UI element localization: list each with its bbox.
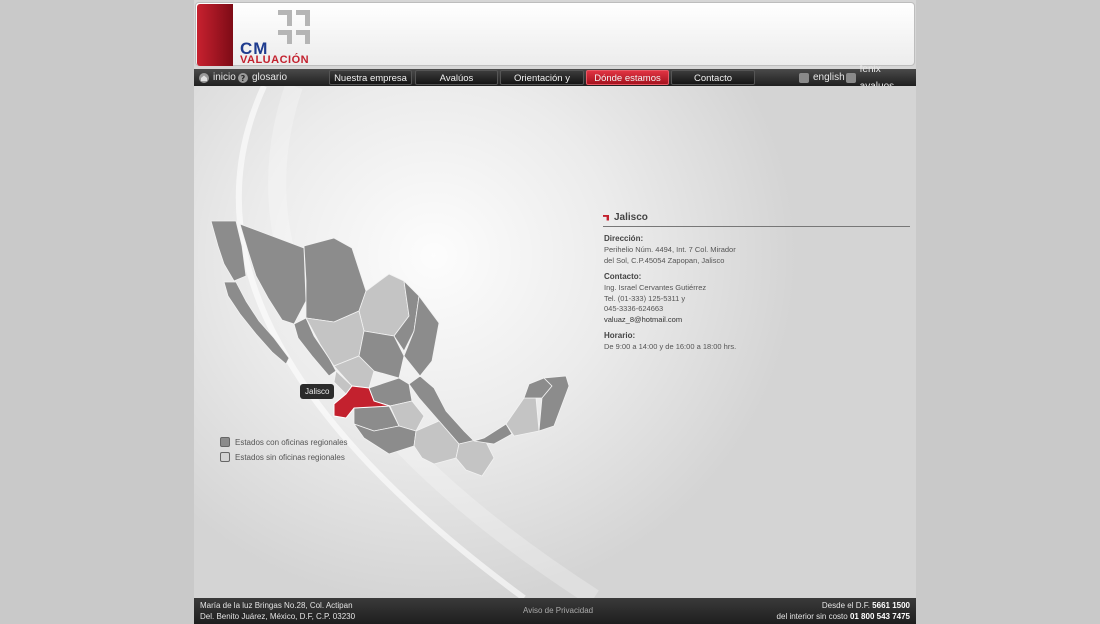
footer-phone-interior-number: 01 800 543 7475 [849,612,910,621]
main-nav: inicio ? glosario Nuestra empresa Avalúo… [194,64,916,99]
office-email-link[interactable]: valuaz_8@hotmail.com [604,315,910,326]
legend-swatch [220,437,230,447]
help-icon: ? [238,72,248,83]
legend-without-offices: Estados sin oficinas regionales [220,452,345,462]
content-area: Jalisco Estados con oficinas regionales … [194,86,916,598]
footer-phone-df-prefix: Desde el D.F. [821,601,870,610]
tab-avaluos[interactable]: Avalúos [415,70,498,85]
home-icon [199,72,209,83]
direccion-line: del Sol, C.P.45054 Zapopan, Jalisco [604,255,725,265]
legend-with-offices: Estados con oficinas regionales [220,437,348,447]
nav-link-fenix-avaluos[interactable]: fenix avaluos [846,64,916,92]
footer-phone-df-number: 5661 1500 [872,601,910,610]
nav-link-label: inicio [213,72,236,83]
logo-mark-icon [278,10,310,44]
contacto-label: Contacto: [604,272,642,281]
direccion-line: Perihelio Núm. 4494, Int. 7 Col. Mirador [604,245,736,254]
footer-address-line2: Del. Benito Juárez, México, D.F, C.P. 03… [200,612,356,621]
footer-address-line1: María de la luz Bringas No.28, Col. Acti… [200,601,353,610]
map-state-chiapas[interactable] [455,437,495,477]
footer-phone-interior-prefix: del interior sin costo [776,612,848,621]
nav-link-glosario[interactable]: ? glosario [238,69,287,86]
nav-link-label: english [813,72,845,83]
footer-phone-interior: del interior sin costo 01 800 543 7475 [777,612,910,622]
nav-link-label: glosario [252,72,288,83]
legend-swatch [220,452,230,462]
state-tooltip: Jalisco [300,384,335,399]
contacto-line: Tel. (01-333) 125-5311 y [604,293,686,303]
legend-label: Estados sin oficinas regionales [235,452,345,462]
office-title-text: Jalisco [614,212,648,223]
tab-contacto[interactable]: Contacto [671,70,755,85]
logo-text-valuacion[interactable]: VALUACIÓN [240,54,309,66]
map-state-tabasco[interactable] [473,423,513,445]
header: CM VALUACIÓN [195,2,915,66]
direccion-label: Dirección: [604,234,644,243]
legend-label: Estados con oficinas regionales [235,437,348,447]
tab-nuestra-empresa[interactable]: Nuestra empresa [329,70,412,85]
logo-red-band [197,4,233,66]
map-state-campeche[interactable] [505,397,540,437]
tab-orientacion-y-ayuda[interactable]: Orientación y ayuda [500,70,584,99]
footer-phone-df: Desde el D.F. 5661 1500 [822,601,910,611]
office-title: Jalisco [603,212,910,227]
page-container: CM VALUACIÓN inicio ? glosario Nuestra e… [194,0,916,624]
svg-text:?: ? [241,74,246,83]
office-info-panel: Jalisco Dirección: Perihelio Núm. 4494, … [603,212,910,353]
privacy-link[interactable]: Aviso de Privacidad [523,606,593,616]
tab-donde-estamos[interactable]: Dónde estamos [586,70,669,85]
contacto-line: 045-3336-624663 [604,304,664,313]
horario-label: Horario: [604,331,636,340]
map-state-chihuahua[interactable] [303,237,367,323]
horario-text: De 9:00 a 14:00 y de 16:00 a 18:00 hrs. [604,342,737,351]
contacto-line: Ing. Israel Cervantes Gutiérrez [604,283,707,292]
corner-mark-icon [603,214,609,221]
fenix-logo-icon [846,72,856,83]
nav-link-english[interactable]: english [799,69,845,86]
footer: María de la luz Bringas No.28, Col. Acti… [194,598,916,624]
nav-link-inicio[interactable]: inicio [199,69,236,86]
speech-bubble-icon [799,72,809,83]
